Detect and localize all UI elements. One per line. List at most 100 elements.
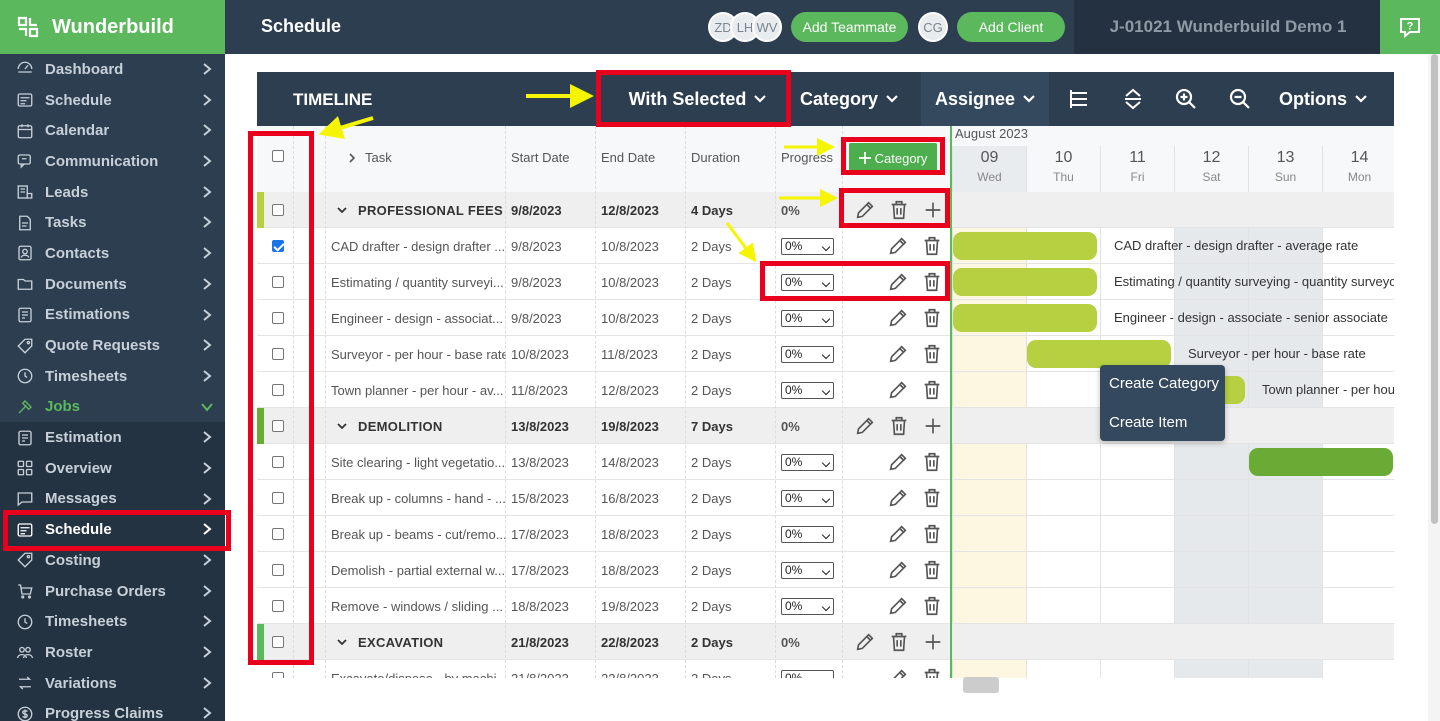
task-name[interactable]: CAD drafter - design drafter ... [331, 228, 506, 264]
task-name[interactable]: Demolish - partial external w... [331, 552, 506, 588]
chevron-down-icon[interactable] [337, 637, 347, 647]
edit-task-button[interactable] [887, 487, 909, 509]
edit-task-button[interactable] [887, 271, 909, 293]
task-row[interactable]: Remove - windows / sliding ... 0% 18/8/202… [257, 588, 1394, 624]
task-name[interactable]: Excavate/dispose - by machi... [331, 660, 506, 679]
sidebar-job-item-schedule[interactable]: Schedule [0, 514, 225, 545]
delete-task-button[interactable] [921, 307, 943, 329]
row-checkbox[interactable] [272, 204, 284, 216]
progress-select[interactable]: 0% [781, 310, 834, 327]
progress-select[interactable]: 0% [781, 454, 834, 471]
task-name[interactable]: Engineer - design - associat... [331, 300, 506, 336]
avatar-wv[interactable]: WV [752, 12, 782, 42]
progress-select[interactable]: 0% [781, 382, 834, 399]
task-row[interactable]: Excavate/dispose - by machi... 0% 21/8/202… [257, 660, 1394, 678]
zoom-in-button[interactable] [1166, 72, 1206, 126]
sidebar-job-item-purchase-orders[interactable]: Purchase Orders [0, 575, 225, 607]
task-row[interactable]: Engineer - design - associat... 0% 9/8/202… [257, 300, 1394, 336]
progress-select[interactable]: 0% [781, 562, 834, 579]
sidebar-job-item-timesheets[interactable]: Timesheets [0, 606, 225, 638]
scrollbar-thumb[interactable] [1431, 54, 1438, 524]
create-item-item[interactable]: Create Item [1109, 414, 1187, 431]
create-category-item[interactable]: Create Category [1109, 375, 1219, 392]
task-row[interactable]: Demolish - partial external w... 0% 17/8/2… [257, 552, 1394, 588]
category-row[interactable]: EXCAVATION 0% 21/8/2023 22/8/2023 2 Days [257, 624, 1394, 660]
options-dropdown[interactable]: Options [1273, 72, 1373, 126]
sidebar-item-communication[interactable]: Communication [0, 146, 225, 177]
delete-task-button[interactable] [921, 343, 943, 365]
with-selected-dropdown[interactable]: With Selected [600, 72, 795, 126]
row-checkbox[interactable] [272, 384, 284, 396]
sidebar-job-item-estimation[interactable]: Estimation [0, 422, 225, 453]
edit-task-button[interactable] [887, 343, 909, 365]
sidebar-job-item-overview[interactable]: Overview [0, 452, 225, 484]
delete-task-button[interactable] [921, 451, 943, 473]
add-item-button[interactable] [922, 631, 944, 653]
row-checkbox[interactable] [272, 240, 284, 252]
row-checkbox[interactable] [272, 672, 284, 678]
help-button[interactable]: ? [1380, 0, 1440, 54]
assignee-dropdown[interactable]: Assignee [921, 72, 1049, 126]
expand-collapse-button[interactable] [1113, 72, 1153, 126]
task-row[interactable]: Break up - columns - hand - ... 0% 15/8/20… [257, 480, 1394, 516]
vertical-scrollbar[interactable] [1428, 54, 1440, 721]
task-name[interactable]: Remove - windows / sliding ... [331, 588, 506, 624]
sidebar-item-calendar[interactable]: Calendar [0, 115, 225, 146]
edit-task-button[interactable] [887, 667, 909, 678]
brand[interactable]: Wunderbuild [0, 0, 225, 54]
delete-task-button[interactable] [921, 271, 943, 293]
sidebar-item-leads[interactable]: Leads [0, 177, 225, 208]
category-row[interactable]: PROFESSIONAL FEES 0% 9/8/2023 12/8/2023 4 Da… [257, 192, 1394, 228]
delete-task-button[interactable] [921, 559, 943, 581]
row-checkbox[interactable] [272, 528, 284, 540]
row-checkbox[interactable] [272, 276, 284, 288]
edit-task-button[interactable] [887, 451, 909, 473]
sidebar-item-timesheets[interactable]: Timesheets [0, 361, 225, 392]
edit-task-button[interactable] [887, 523, 909, 545]
job-title[interactable]: J-01021 Wunderbuild Demo 1 [1074, 0, 1382, 54]
progress-select[interactable]: 0% [781, 238, 834, 255]
edit-category-button[interactable] [854, 199, 876, 221]
delete-category-button[interactable] [888, 415, 910, 437]
sidebar-item-jobs[interactable]: Jobs [0, 392, 225, 423]
row-checkbox[interactable] [272, 492, 284, 504]
indent-button[interactable] [1059, 72, 1099, 126]
delete-category-button[interactable] [888, 199, 910, 221]
category-dropdown[interactable]: Category [793, 72, 905, 126]
progress-select[interactable]: 0% [781, 598, 834, 615]
task-row[interactable]: Site clearing - light vegetatio... 0% 13/8… [257, 444, 1394, 480]
select-all-checkbox[interactable] [272, 150, 284, 162]
sidebar-job-item-roster[interactable]: Roster [0, 637, 225, 668]
sidebar-item-documents[interactable]: Documents [0, 269, 225, 300]
progress-select[interactable]: 0% [781, 346, 834, 363]
sidebar-job-item-variations[interactable]: Variations [0, 667, 225, 699]
edit-category-button[interactable] [854, 631, 876, 653]
sidebar-item-tasks[interactable]: Tasks [0, 207, 225, 238]
gantt-divider[interactable] [950, 126, 952, 678]
edit-task-button[interactable] [887, 307, 909, 329]
sidebar-job-item-costing[interactable]: Costing [0, 545, 225, 576]
delete-task-button[interactable] [921, 487, 943, 509]
task-name[interactable]: Surveyor - per hour - base rate [331, 336, 506, 372]
zoom-out-button[interactable] [1220, 72, 1260, 126]
progress-select[interactable]: 0% [781, 526, 834, 543]
task-row[interactable]: Break up - beams - cut/remo... 0% 17/8/202… [257, 516, 1394, 552]
row-checkbox[interactable] [272, 600, 284, 612]
row-checkbox[interactable] [272, 564, 284, 576]
delete-task-button[interactable] [921, 379, 943, 401]
sidebar-job-item-messages[interactable]: Messages [0, 483, 225, 515]
delete-task-button[interactable] [921, 595, 943, 617]
edit-task-button[interactable] [887, 595, 909, 617]
task-row[interactable]: Estimating / quantity surveyi... 0% 9/8/20… [257, 264, 1394, 300]
progress-select[interactable]: 0% [781, 670, 834, 678]
add-client-button[interactable]: Add Client [957, 12, 1065, 42]
sidebar-item-dashboard[interactable]: Dashboard [0, 54, 225, 85]
edit-task-button[interactable] [887, 379, 909, 401]
task-name[interactable]: Site clearing - light vegetatio... [331, 444, 506, 480]
row-checkbox[interactable] [272, 636, 284, 648]
task-name[interactable]: Estimating / quantity surveyi... [331, 264, 506, 300]
avatar-client[interactable]: CG [918, 12, 948, 42]
task-name[interactable]: Town planner - per hour - av... [331, 372, 506, 408]
delete-task-button[interactable] [921, 667, 943, 678]
sidebar-job-item-progress-claims[interactable]: Progress Claims [0, 698, 225, 721]
